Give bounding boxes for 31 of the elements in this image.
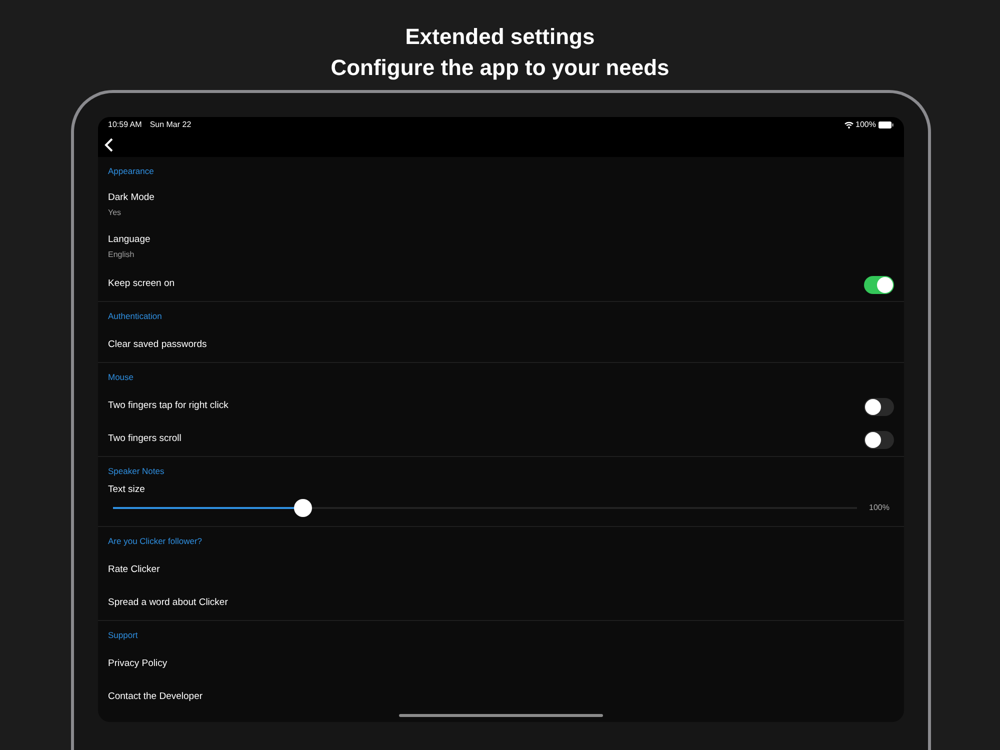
setting-value: Yes xyxy=(108,206,122,219)
section-header: Appearance xyxy=(108,165,155,178)
setting-label: Two fingers scroll xyxy=(108,432,182,446)
section-header: Speaker Notes xyxy=(108,465,166,478)
toggle-switch[interactable] xyxy=(864,398,894,416)
section-header: Are you Clicker follower? xyxy=(108,535,204,548)
setting-label: Language xyxy=(108,233,152,248)
section-header: Authentication xyxy=(108,310,163,324)
slider-reading: 100% xyxy=(869,502,890,514)
setting-label: Dark Mode xyxy=(108,191,156,206)
setting-label: Two fingers tap for right click xyxy=(108,399,228,414)
setting-label: Spread a word about Clicker xyxy=(108,596,228,610)
wifi-icon xyxy=(844,121,854,129)
section-header: Mouse xyxy=(108,371,135,384)
headline: Configure the app to your needs xyxy=(330,54,670,82)
setting-value: English xyxy=(108,248,136,261)
toggle-switch[interactable] xyxy=(864,430,894,448)
section-header: Support xyxy=(108,629,139,642)
toggle-switch[interactable] xyxy=(864,276,894,294)
setting-label: Privacy Policy xyxy=(108,657,168,672)
setting-label: Clear saved passwords xyxy=(108,338,207,352)
status-time: 10:59 AM xyxy=(108,119,142,131)
setting-label: Text size xyxy=(108,484,146,496)
battery-icon xyxy=(878,121,894,129)
setting-label: Contact the Developer xyxy=(108,690,203,704)
battery-percent: 100% xyxy=(856,119,876,131)
headline: Extended settings xyxy=(405,23,595,51)
status-date: Sun Mar 22 xyxy=(150,119,192,131)
setting-label: Keep screen on xyxy=(108,277,175,292)
slider-thumb[interactable] xyxy=(294,499,312,517)
setting-label: Rate Clicker xyxy=(108,563,160,578)
